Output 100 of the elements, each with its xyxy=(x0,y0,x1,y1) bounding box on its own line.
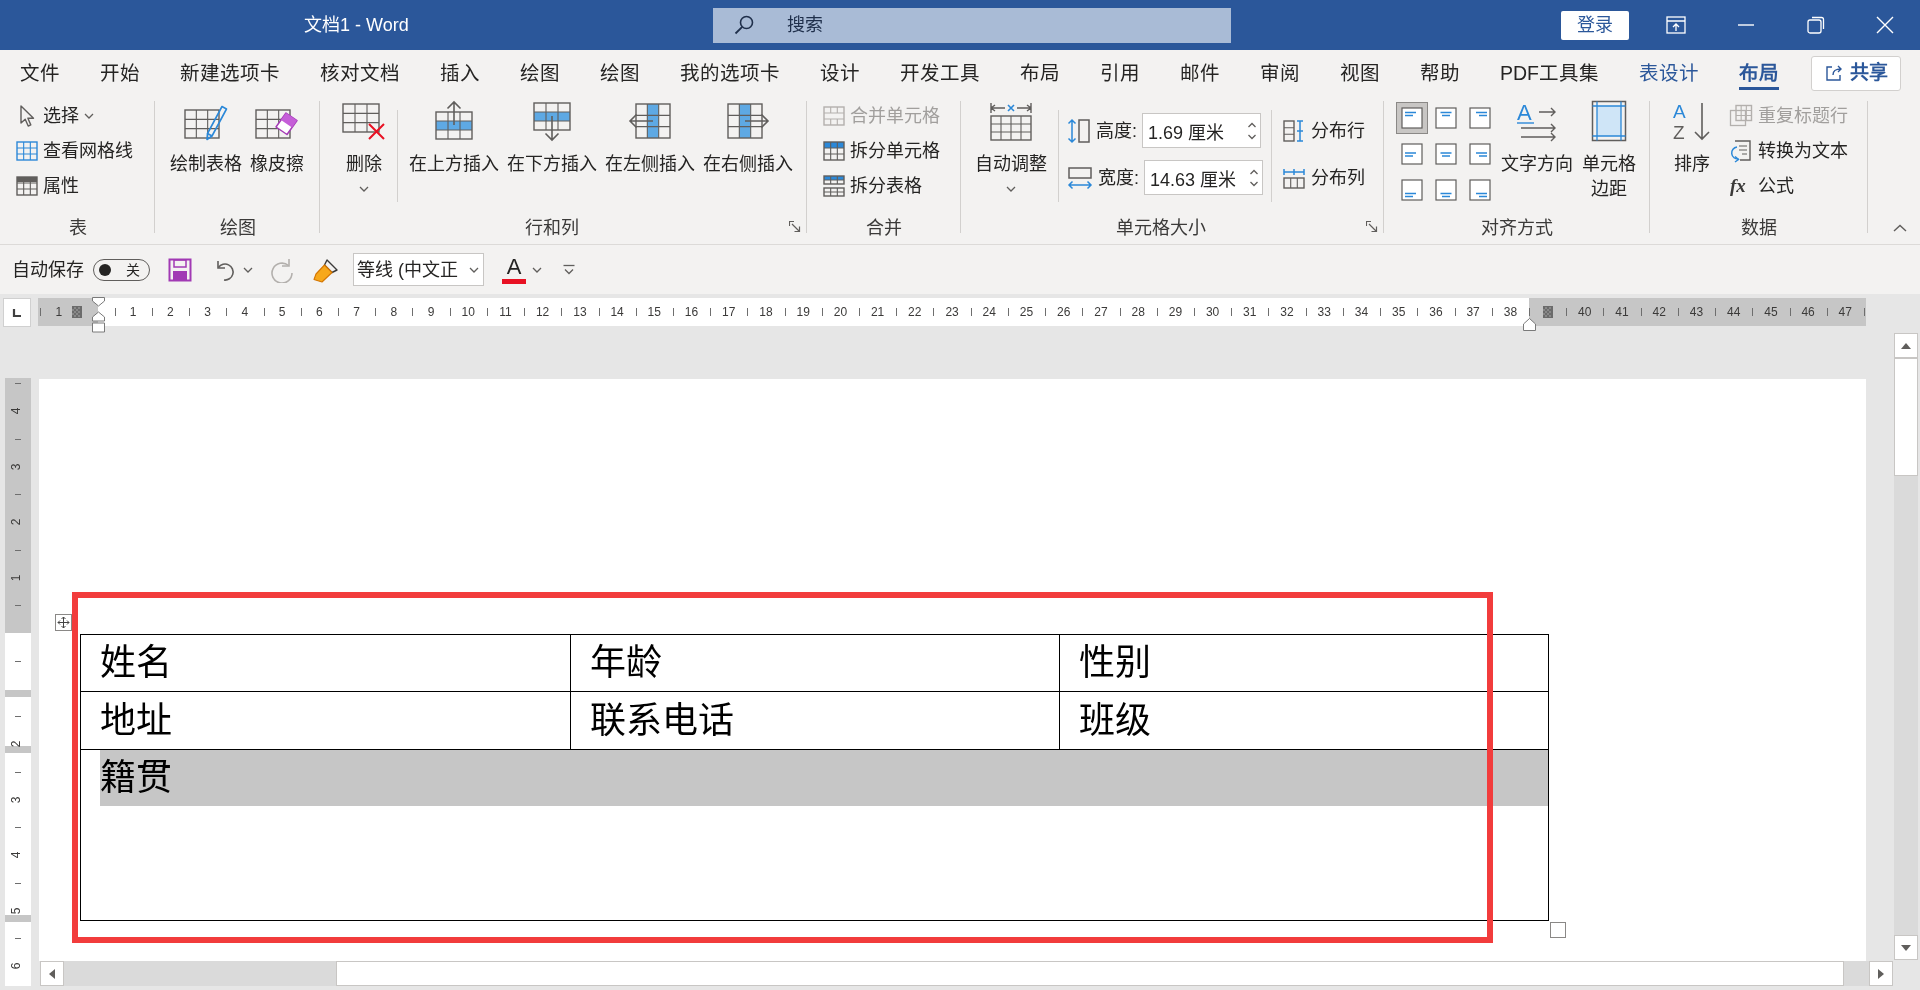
insert-below-button[interactable]: 在下方插入 xyxy=(504,96,600,177)
caret-icon[interactable] xyxy=(532,266,542,273)
ribbon-tab[interactable]: 核对文档 xyxy=(300,50,420,96)
scroll-down-button[interactable] xyxy=(1894,935,1918,960)
indent-marker-icon[interactable] xyxy=(92,297,105,333)
number-field[interactable]: 1.69 厘米 xyxy=(1142,113,1261,148)
ruler-number: 35 xyxy=(1392,304,1406,320)
align-top-right-icon xyxy=(1469,107,1491,129)
ribbon-tab[interactable]: 插入 xyxy=(420,50,500,96)
caret-up-icon[interactable] xyxy=(1893,224,1907,232)
align-bottom-right-icon xyxy=(1469,179,1491,201)
save-icon[interactable] xyxy=(168,257,192,282)
convert-to-text-button[interactable]: 转换为文本 xyxy=(1727,133,1850,168)
scrollbar-thumb[interactable] xyxy=(1894,358,1918,476)
table-cell-text: 联系电话 xyxy=(590,698,734,743)
search-icon xyxy=(733,13,755,36)
ruler-number: 6 xyxy=(315,304,323,320)
ribbon-tab[interactable]: 引用 xyxy=(1080,50,1160,96)
formula-button[interactable]: fx 公式 xyxy=(1727,168,1850,203)
ruler-number: 22 xyxy=(908,304,922,320)
row-marker[interactable] xyxy=(5,915,31,922)
ruler-number: 37 xyxy=(1466,304,1480,320)
ribbon-tab[interactable]: 设计 xyxy=(800,50,880,96)
toggle-knob-icon xyxy=(99,263,111,276)
ruler-number: 29 xyxy=(1168,304,1183,320)
ribbon-tab[interactable]: 表设计 xyxy=(1619,50,1719,96)
align-button[interactable] xyxy=(1396,102,1428,134)
scroll-up-button[interactable] xyxy=(1894,333,1918,358)
ribbon-tab[interactable]: 绘图 xyxy=(580,50,660,96)
group-label: 合并 xyxy=(866,217,902,240)
row-marker[interactable] xyxy=(5,690,31,697)
ruler-number: 27 xyxy=(1094,304,1108,320)
text-direction-button[interactable]: A 文字方向 xyxy=(1498,96,1576,177)
font-name-field[interactable]: 等线 (中文正 xyxy=(353,253,484,286)
search-field[interactable]: 搜索 xyxy=(713,7,1231,43)
insert-right-button[interactable]: 在右侧插入 xyxy=(700,96,796,177)
ribbon-tab[interactable]: 帮助 xyxy=(1400,50,1480,96)
font-color-button[interactable]: A xyxy=(502,255,526,284)
ruler-number: 5 xyxy=(10,907,23,914)
caret-icon xyxy=(84,112,94,119)
launcher-icon[interactable] xyxy=(789,221,801,233)
cell-padding-icon xyxy=(1591,100,1627,142)
customize-icon[interactable] xyxy=(562,263,576,276)
share-button[interactable]: 共享 xyxy=(1811,55,1901,91)
ruler-number: 40 xyxy=(1578,304,1592,320)
gridlines-button[interactable]: 查看网格线 xyxy=(14,133,135,168)
tab-stop-icon[interactable] xyxy=(3,297,31,327)
cell-margins-button[interactable]: 单元格边距 xyxy=(1578,96,1640,202)
ruler-number: 31 xyxy=(1243,304,1257,320)
scroll-left-button[interactable] xyxy=(40,961,64,986)
ruler-number: 21 xyxy=(870,304,885,320)
insert-above-button[interactable]: 在上方插入 xyxy=(406,96,502,177)
ruler-number: 24 xyxy=(982,304,996,320)
distribute-columns-button[interactable]: 分布列 xyxy=(1280,160,1367,195)
ribbon-display-icon xyxy=(1666,16,1686,34)
indent-marker-icon[interactable] xyxy=(1523,318,1536,331)
ribbon-tab[interactable]: 开发工具 xyxy=(880,50,1000,96)
align-top-left-icon xyxy=(1401,107,1423,129)
sort-button[interactable]: A Z 排序 xyxy=(1667,96,1717,177)
align-bottom-center-icon xyxy=(1435,179,1457,201)
restore-icon xyxy=(1806,16,1825,34)
ribbon-tab[interactable]: 审阅 xyxy=(1240,50,1320,96)
distribute-rows-button[interactable]: 分布行 xyxy=(1280,113,1367,148)
ruler-number: 6 xyxy=(10,962,23,970)
resize-handle-icon[interactable] xyxy=(1550,922,1566,938)
ribbon-tab[interactable]: PDF工具集 xyxy=(1480,50,1619,96)
select-button[interactable]: 选择 xyxy=(14,98,135,133)
table-arrow-down-icon xyxy=(530,100,574,142)
properties-button[interactable]: 属性 xyxy=(14,168,135,203)
move-handle-icon[interactable] xyxy=(55,614,72,631)
ribbon-tab[interactable]: 新建选项卡 xyxy=(160,50,300,96)
insert-left-button[interactable]: 在左侧插入 xyxy=(602,96,698,177)
draw-table-button[interactable]: 绘制表格 xyxy=(167,96,245,177)
paintbrush-icon[interactable] xyxy=(312,256,340,283)
triangle-up-icon xyxy=(1901,342,1911,349)
split-cells-button[interactable]: 拆分单元格 xyxy=(821,133,942,168)
sign-in-button[interactable]: 登录 xyxy=(1561,10,1629,40)
ribbon-tab[interactable]: 文件 xyxy=(0,50,80,96)
ruler-number: 26 xyxy=(1057,304,1071,320)
launcher-icon[interactable] xyxy=(1366,221,1378,233)
ribbon-tab[interactable]: 布局 xyxy=(1719,50,1799,96)
number-field[interactable]: 14.63 厘米 xyxy=(1144,160,1263,195)
ribbon-tab[interactable]: 开始 xyxy=(80,50,160,96)
caret-icon[interactable] xyxy=(243,266,253,273)
ribbon-tab[interactable]: 布局 xyxy=(1000,50,1080,96)
field-label: 宽度: xyxy=(1098,166,1139,190)
ruler-number: 32 xyxy=(1280,304,1294,320)
split-table-button[interactable]: 拆分表格 xyxy=(821,168,942,203)
scrollbar-thumb[interactable] xyxy=(336,961,1844,986)
ribbon-tab[interactable]: 邮件 xyxy=(1160,50,1240,96)
row-marker[interactable] xyxy=(5,746,31,753)
delete-button[interactable]: 删除 xyxy=(339,96,389,194)
ribbon-tab[interactable]: 绘图 xyxy=(500,50,580,96)
ribbon-tab[interactable]: 我的选项卡 xyxy=(660,50,800,96)
ribbon-tab[interactable]: 视图 xyxy=(1320,50,1400,96)
scroll-right-button[interactable] xyxy=(1869,961,1893,986)
align-bottom-left-icon xyxy=(1401,179,1423,201)
ruler-number: 43 xyxy=(1689,304,1704,320)
eraser-button[interactable]: 橡皮擦 xyxy=(247,96,307,177)
autofit-button[interactable]: 自动调整 xyxy=(972,96,1050,194)
